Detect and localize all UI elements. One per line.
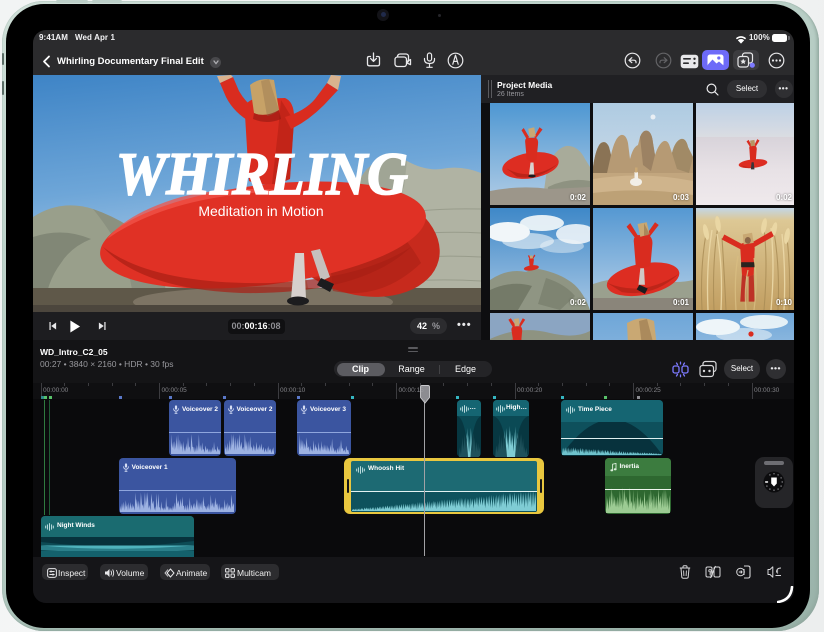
svg-text:Meditation in Motion: Meditation in Motion: [198, 203, 323, 219]
svg-text:WHIRLING: WHIRLING: [116, 141, 408, 207]
